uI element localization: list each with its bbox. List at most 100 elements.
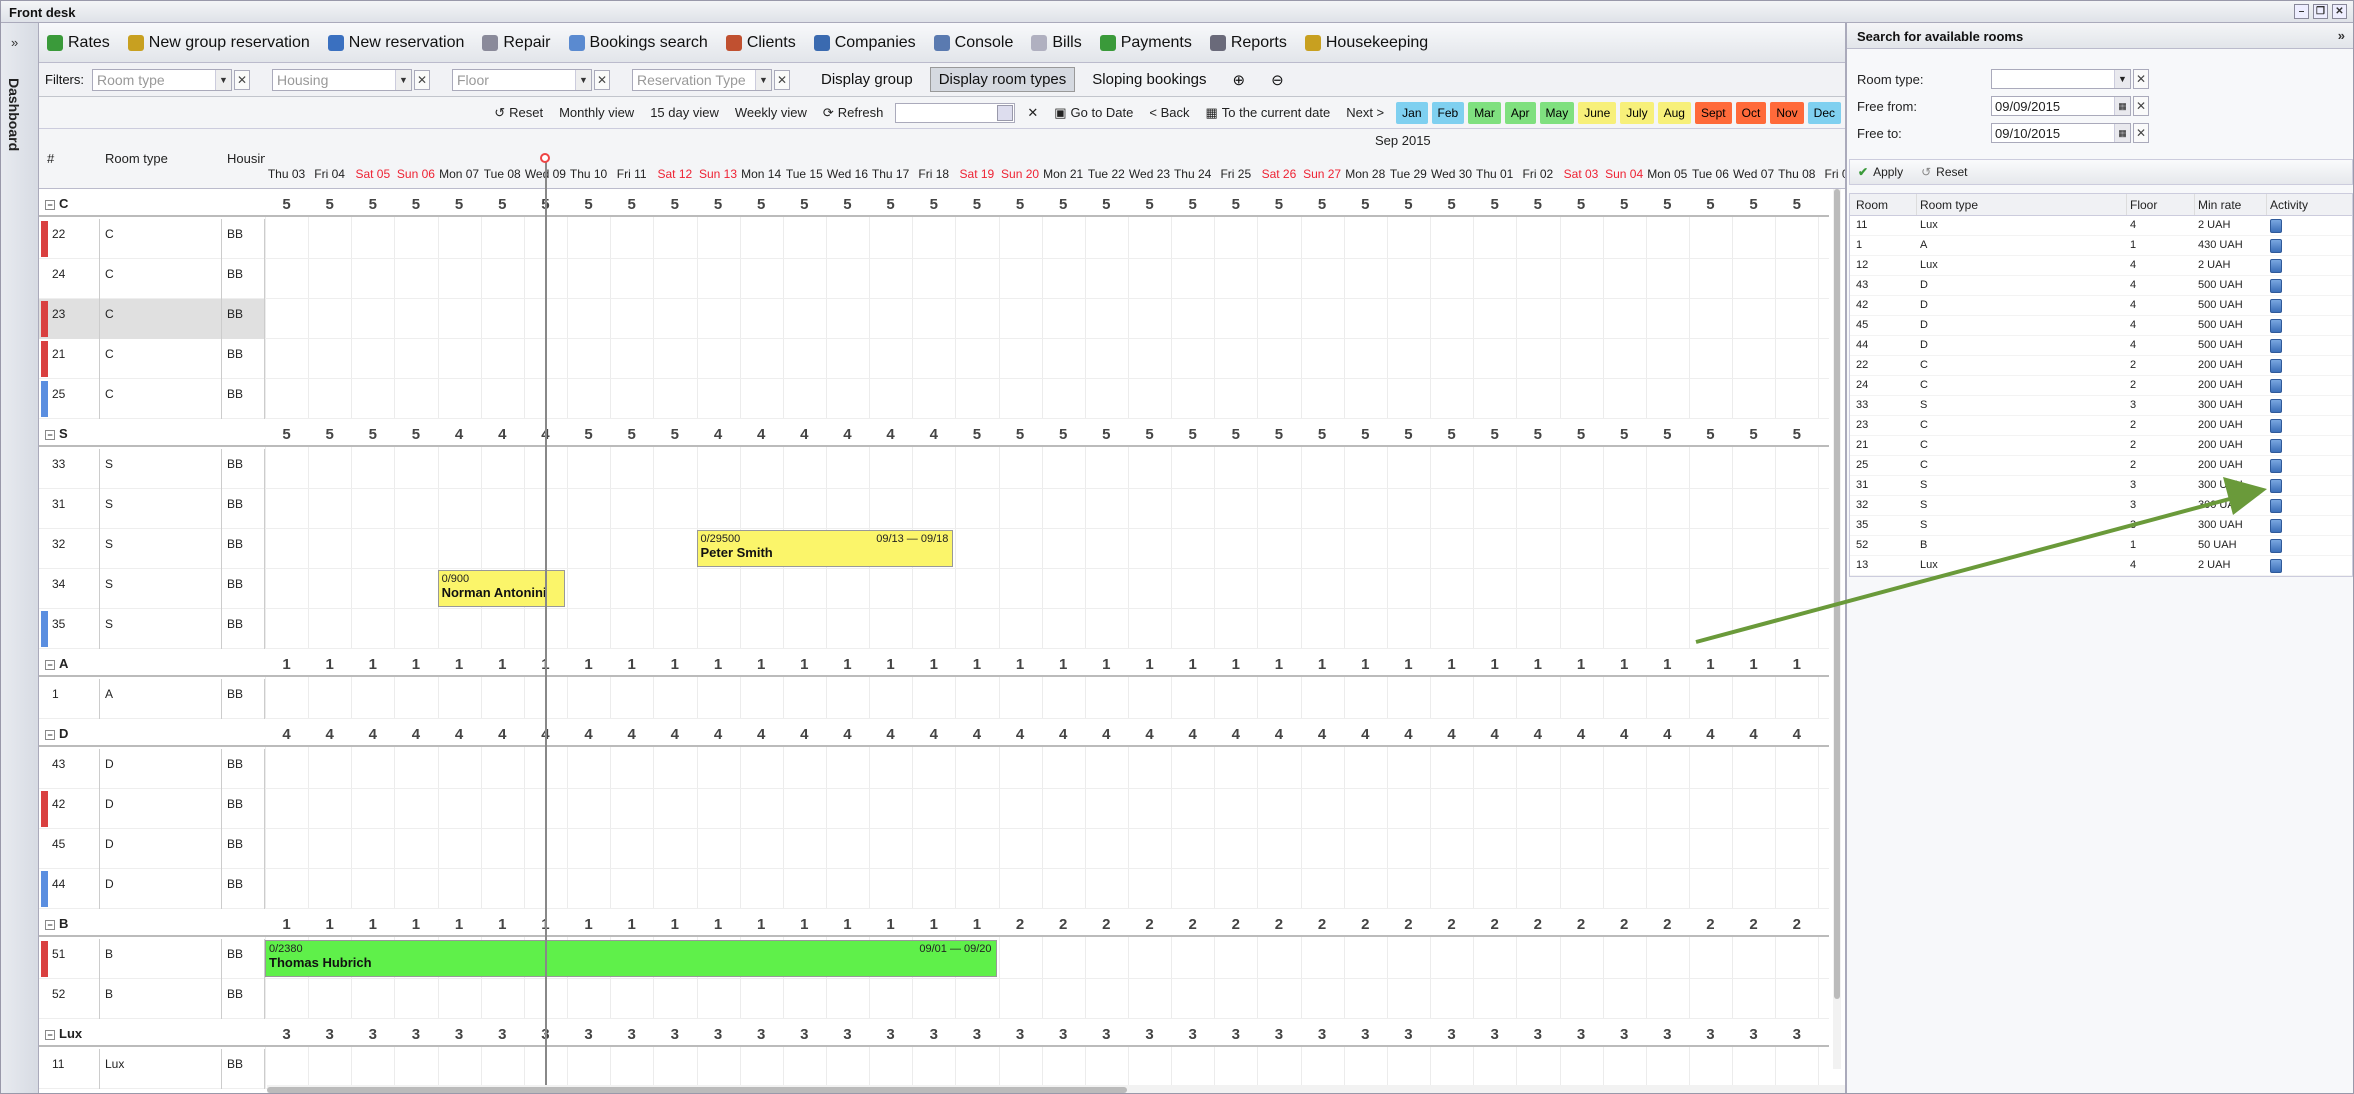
book-activity-icon[interactable]: [2270, 359, 2282, 373]
month-button[interactable]: Dec: [1807, 101, 1841, 124]
book-activity-icon[interactable]: [2270, 419, 2282, 433]
table-row[interactable]: 11 Lux 4 2 UAH: [1850, 216, 2352, 236]
book-activity-icon[interactable]: [2270, 319, 2282, 333]
monthly-view-button[interactable]: Monthly view: [555, 103, 638, 122]
zoom-in-icon[interactable]: ⊕: [1224, 67, 1255, 93]
collapse-icon[interactable]: −: [45, 430, 55, 440]
chevron-down-icon[interactable]: ▼: [755, 69, 771, 90]
reset-button[interactable]: ↺ Reset: [1921, 165, 1967, 179]
table-row[interactable]: 23 C 2 200 UAH: [1850, 416, 2352, 436]
calendar-icon[interactable]: ▦: [2114, 97, 2130, 115]
toolbar-reports-button[interactable]: Reports: [1209, 34, 1287, 52]
collapse-icon[interactable]: −: [45, 660, 55, 670]
horizontal-scrollbar[interactable]: [267, 1085, 1845, 1093]
reset-view-button[interactable]: ↺ Reset: [490, 103, 547, 123]
restore-icon[interactable]: ❐: [2313, 4, 2328, 19]
room-row[interactable]: 11 Lux BB: [39, 1049, 1829, 1089]
room-row[interactable]: 43 D BB: [39, 749, 1829, 789]
table-row[interactable]: 1 A 1 430 UAH: [1850, 236, 2352, 256]
toolbar-console-button[interactable]: Console: [933, 34, 1013, 52]
room-group-label[interactable]: − S: [45, 426, 68, 441]
book-activity-icon[interactable]: [2270, 379, 2282, 393]
room-group-label[interactable]: − B: [45, 916, 68, 931]
room-row[interactable]: 52 B BB: [39, 979, 1829, 1019]
room-row[interactable]: 22 C BB: [39, 219, 1829, 259]
clear-icon[interactable]: ✕: [2133, 123, 2149, 143]
month-button[interactable]: Oct: [1735, 101, 1767, 124]
month-button[interactable]: Feb: [1431, 101, 1465, 124]
room-type-select[interactable]: ▼: [1991, 69, 2131, 89]
room-group-label[interactable]: − D: [45, 726, 68, 741]
book-activity-icon[interactable]: [2270, 399, 2282, 413]
vertical-scrollbar[interactable]: [1833, 189, 1841, 1069]
minimize-icon[interactable]: –: [2294, 4, 2309, 19]
booking-block[interactable]: 0/29500 09/13 — 09/18 Peter Smith: [696, 530, 954, 567]
table-row[interactable]: 21 C 2 200 UAH: [1850, 436, 2352, 456]
calendar-icon[interactable]: ▦: [2114, 124, 2130, 142]
toolbar-payments-button[interactable]: Payments: [1099, 34, 1192, 52]
table-row[interactable]: 24 C 2 200 UAH: [1850, 376, 2352, 396]
toolbar-reservation-button[interactable]: New reservation: [327, 34, 464, 52]
refresh-button[interactable]: ⟳ Refresh: [819, 103, 887, 123]
month-button[interactable]: Aug: [1657, 101, 1691, 124]
table-column-header[interactable]: Activity: [2270, 198, 2308, 212]
back-button[interactable]: < Back: [1145, 103, 1193, 122]
table-row[interactable]: 33 S 3 300 UAH: [1850, 396, 2352, 416]
book-activity-icon[interactable]: [2270, 299, 2282, 313]
table-column-header[interactable]: Min rate: [2198, 198, 2241, 212]
free-to-input[interactable]: 09/10/2015 ▦: [1991, 123, 2131, 143]
toolbar-housekeeping-button[interactable]: Housekeeping: [1304, 34, 1428, 52]
table-row[interactable]: 35 S 3 300 UAH: [1850, 516, 2352, 536]
book-activity-icon[interactable]: [2270, 239, 2282, 253]
room-row[interactable]: 21 C BB: [39, 339, 1829, 379]
table-row[interactable]: 45 D 4 500 UAH: [1850, 316, 2352, 336]
month-button[interactable]: Jan: [1396, 101, 1428, 124]
collapse-icon[interactable]: −: [45, 920, 55, 930]
month-button[interactable]: May: [1539, 101, 1575, 124]
reservation-type-filter[interactable]: Reservation Type ▼: [632, 68, 772, 91]
collapse-icon[interactable]: »: [2338, 28, 2345, 43]
chevron-down-icon[interactable]: ▼: [215, 69, 231, 90]
table-column-header[interactable]: Room type: [1920, 198, 1978, 212]
room-group-row[interactable]: −B111111111111111112222222222222222222: [39, 909, 1829, 937]
month-button[interactable]: Apr: [1504, 101, 1536, 124]
room-group-row[interactable]: −D444444444444444444444444444444444444: [39, 719, 1829, 747]
to-current-date-button[interactable]: ▦ To the current date: [1202, 103, 1335, 123]
display-room-types-button[interactable]: Display room types: [929, 67, 1076, 92]
toolbar-repair-button[interactable]: Repair: [482, 34, 551, 52]
room-row[interactable]: 33 S BB: [39, 449, 1829, 489]
toolbar-rates-button[interactable]: Rates: [47, 34, 110, 52]
book-activity-icon[interactable]: [2270, 539, 2282, 553]
table-row[interactable]: 25 C 2 200 UAH: [1850, 456, 2352, 476]
close-icon[interactable]: ✕: [2332, 4, 2347, 19]
clear-icon[interactable]: ✕: [2133, 96, 2149, 116]
room-row[interactable]: 1 A BB: [39, 679, 1829, 719]
room-type-filter[interactable]: Room type ▼: [92, 68, 232, 91]
clear-icon[interactable]: ✕: [774, 69, 790, 90]
date-input[interactable]: [895, 102, 1016, 123]
room-row[interactable]: 44 D BB: [39, 869, 1829, 909]
table-column-header[interactable]: Room: [1856, 198, 1888, 212]
table-row[interactable]: 43 D 4 500 UAH: [1850, 276, 2352, 296]
table-column-header[interactable]: Floor: [2130, 198, 2157, 212]
room-row[interactable]: 34 S BB: [39, 569, 1829, 609]
dashboard-sidebar[interactable]: » Dashboard: [1, 23, 39, 1093]
collapse-icon[interactable]: −: [45, 200, 55, 210]
book-activity-icon[interactable]: [2270, 439, 2282, 453]
toolbar-search-button[interactable]: Bookings search: [568, 34, 708, 52]
month-button[interactable]: June: [1578, 101, 1617, 124]
table-row[interactable]: 52 B 1 50 UAH: [1850, 536, 2352, 556]
free-from-input[interactable]: 09/09/2015 ▦: [1991, 96, 2131, 116]
calendar-icon[interactable]: [997, 104, 1014, 121]
booking-block[interactable]: 0/2380 09/01 — 09/20 Thomas Hubrich: [265, 940, 997, 977]
month-button[interactable]: Nov: [1770, 101, 1804, 124]
book-activity-icon[interactable]: [2270, 339, 2282, 353]
room-group-row[interactable]: −S555544455544444455555555555555555555: [39, 419, 1829, 447]
chevron-down-icon[interactable]: ▼: [395, 69, 411, 90]
clear-icon[interactable]: ✕: [2133, 69, 2149, 89]
chevron-down-icon[interactable]: ▼: [2114, 70, 2130, 88]
expand-icon[interactable]: »: [11, 35, 18, 50]
room-group-label[interactable]: − A: [45, 656, 68, 671]
clear-icon[interactable]: ✕: [234, 69, 250, 90]
book-activity-icon[interactable]: [2270, 259, 2282, 273]
